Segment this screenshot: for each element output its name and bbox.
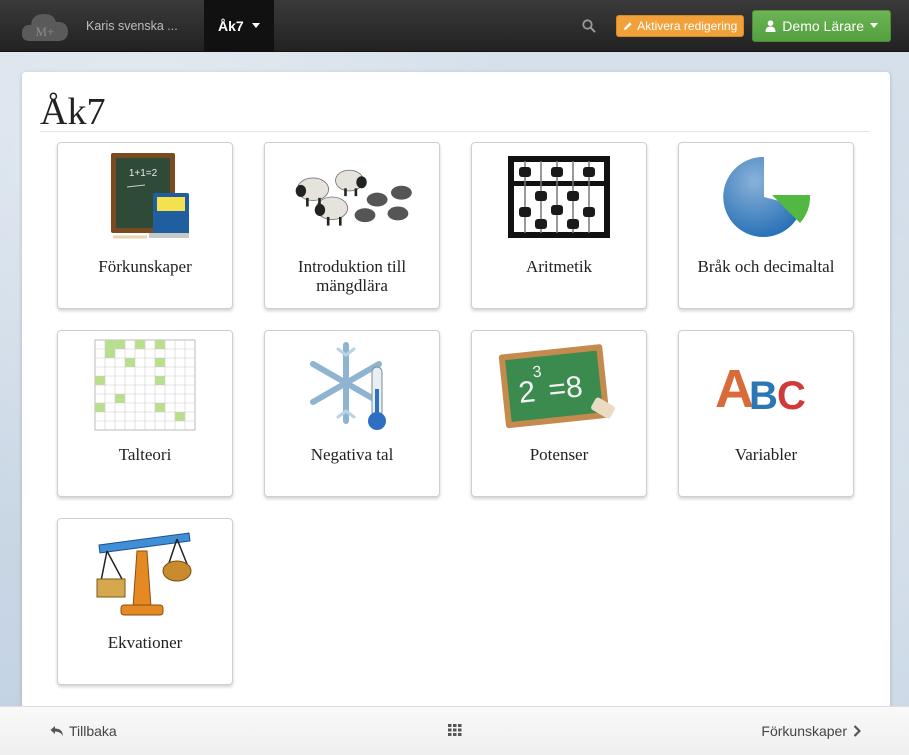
- tile-label: Potenser: [529, 445, 589, 464]
- abc-letter-b: B: [749, 374, 778, 418]
- enable-editing-button[interactable]: Aktivera redigering: [616, 14, 745, 37]
- abacus-icon: [494, 147, 624, 247]
- top-navbar: M+ Karis svenska ... Åk7 Aktivera redige…: [0, 0, 909, 52]
- tile-label: Variabler: [734, 445, 798, 464]
- tile-label: Negativa tal: [310, 445, 394, 464]
- grid-icon: [448, 724, 462, 736]
- course-menu-label: Åk7: [218, 17, 244, 34]
- number-grid-icon: [80, 335, 210, 435]
- power-result-text: =8: [547, 370, 584, 406]
- snowflake-thermometer-icon: [287, 335, 417, 435]
- content-panel: Åk7 1+1=2 Förkunskaper Introduktion till…: [22, 72, 890, 712]
- title-divider: [40, 131, 870, 132]
- tile-brak-decimaltal[interactable]: Bråk och decimaltal: [678, 142, 854, 309]
- tile-label: Förkunskaper: [98, 257, 192, 276]
- reply-arrow-icon: [50, 726, 63, 736]
- chalkboard-text: 1+1=2: [129, 168, 158, 179]
- tile-forkunskaper[interactable]: 1+1=2 Förkunskaper: [57, 142, 233, 309]
- chevron-right-icon: [853, 725, 861, 737]
- pencil-icon: [624, 21, 632, 30]
- caret-down-icon: [251, 23, 260, 28]
- balance-scale-icon: [80, 523, 210, 623]
- abc-letters-icon: A B C: [701, 335, 831, 435]
- site-name-link[interactable]: Karis svenska ...: [86, 19, 190, 33]
- search-button[interactable]: [574, 11, 604, 41]
- user-menu-label: Demo Lärare: [782, 17, 864, 34]
- pie-chart-icon: [701, 147, 831, 247]
- tile-label: Introduktion till mängdlära: [297, 257, 407, 295]
- tile-talteori[interactable]: Talteori: [57, 330, 233, 497]
- tile-variabler[interactable]: A B C Variabler: [678, 330, 854, 497]
- tile-ekvationer[interactable]: Ekvationer: [57, 518, 233, 685]
- logo-text: M+: [36, 24, 55, 39]
- enable-editing-label: Aktivera redigering: [637, 18, 738, 33]
- tile-introduktion-mangdlara[interactable]: Introduktion till mängdlära: [264, 142, 440, 309]
- site-logo[interactable]: M+: [14, 0, 76, 52]
- search-icon: [582, 18, 596, 32]
- back-label: Tillbaka: [69, 723, 117, 739]
- tile-label: Bråk och decimaltal: [697, 257, 835, 276]
- tile-label: Ekvationer: [107, 633, 183, 652]
- cloud-logo-icon: M+: [21, 13, 68, 41]
- bottom-navigation-bar: Tillbaka Förkunskaper: [0, 706, 909, 755]
- user-menu-button[interactable]: Demo Lärare: [752, 9, 891, 42]
- user-icon: [765, 19, 776, 32]
- course-index-button[interactable]: [448, 723, 462, 739]
- page-title: Åk7: [40, 91, 106, 133]
- course-menu-dropdown[interactable]: Åk7: [204, 0, 274, 52]
- power-exponent-text: 3: [532, 363, 543, 381]
- abc-letter-c: C: [777, 374, 806, 418]
- tile-label: Aritmetik: [525, 257, 593, 276]
- tile-aritmetik[interactable]: Aritmetik: [471, 142, 647, 309]
- next-label: Förkunskaper: [761, 723, 847, 739]
- tile-negativa-tal[interactable]: Negativa tal: [264, 330, 440, 497]
- back-button[interactable]: Tillbaka: [50, 723, 117, 739]
- tile-label: Talteori: [118, 445, 172, 464]
- caret-down-icon: [870, 23, 878, 28]
- sheep-and-stones-icon: [287, 147, 417, 247]
- chalkboard-power-icon: 2 3 =8: [494, 335, 624, 435]
- tile-potenser[interactable]: 2 3 =8 Potenser: [471, 330, 647, 497]
- next-button[interactable]: Förkunskaper: [761, 723, 861, 739]
- chalkboard-books-icon: 1+1=2: [80, 147, 210, 247]
